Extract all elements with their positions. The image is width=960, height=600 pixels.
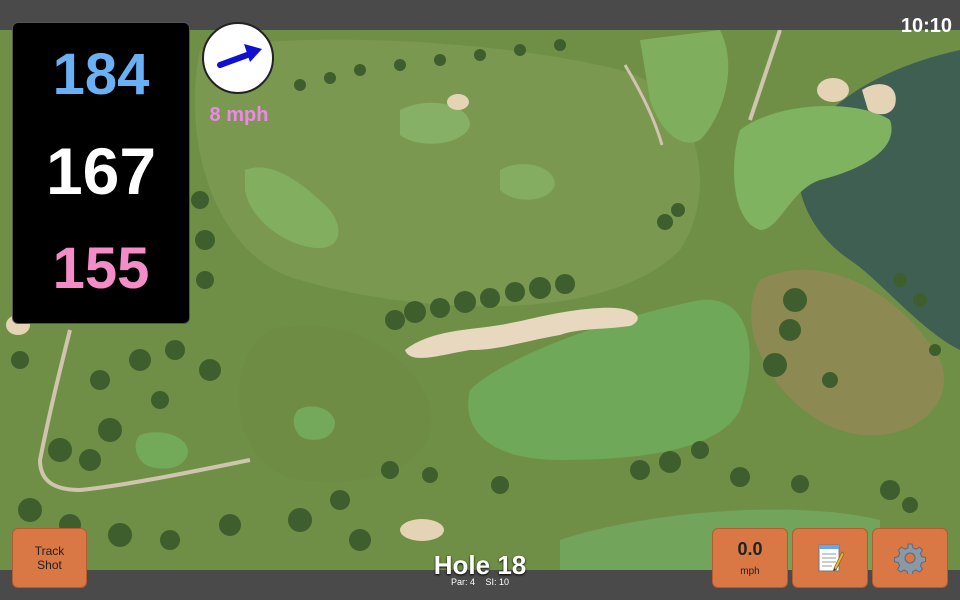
speed-button[interactable]: 0.0 mph [712,528,788,588]
speed-unit: mph [740,566,760,577]
distance-panel: 184 167 155 [12,22,190,324]
speed-value: 0.0 [737,539,763,559]
track-shot-label-line2: Shot [37,558,62,572]
wind-arrow-icon [217,44,262,68]
hole-par: Par: 4 [450,577,475,587]
hole-info: Par: 4 SI: 10 [380,577,580,587]
wind-speed: 8 mph [209,104,269,126]
track-shot-button[interactable]: Track Shot [12,528,87,588]
distance-front: 155 [52,236,150,301]
hole-si: SI: 10 [485,577,510,587]
track-shot-label-line1: Track [34,544,65,558]
clock: 10:10 [900,15,952,37]
wind-indicator [202,22,274,94]
distance-middle: 167 [45,134,157,208]
settings-button[interactable] [872,528,948,588]
notepad-icon [818,544,845,572]
distance-back: 184 [52,42,150,107]
gear-icon [894,543,926,574]
notes-button[interactable] [792,528,868,588]
